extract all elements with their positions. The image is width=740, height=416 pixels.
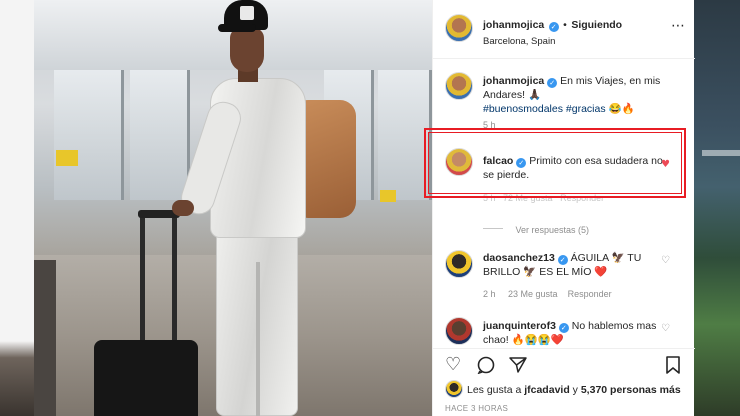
backdrop-left bbox=[0, 0, 34, 416]
verified-icon: ✓ bbox=[547, 78, 558, 88]
bookmark-icon[interactable] bbox=[665, 356, 681, 378]
comment-likes[interactable]: 23 Me gusta bbox=[508, 289, 558, 299]
comment-bubble-icon[interactable] bbox=[477, 356, 495, 378]
comment-juanquinterof3: juanquinterof3 ✓ No hablemos mas chao! 🔥… bbox=[483, 319, 661, 347]
comment-avatar-juanquinterof3[interactable] bbox=[445, 317, 473, 345]
post-header: johanmojica ✓ • Siguiendo Barcelona, Spa… bbox=[443, 12, 688, 49]
face bbox=[230, 28, 264, 72]
comment-meta-daosanchez13: 2 h 23 Me gusta Responder bbox=[483, 289, 612, 299]
author-avatar[interactable] bbox=[445, 14, 473, 42]
view-replies-button[interactable]: Ver respuestas (5) bbox=[483, 220, 683, 238]
verified-icon: ✓ bbox=[557, 255, 568, 265]
post-timestamp: HACE 3 HORAS bbox=[445, 404, 509, 413]
backdrop-right bbox=[694, 0, 740, 416]
like-heart-icon[interactable]: ♡ bbox=[445, 356, 461, 374]
comment-avatar-daosanchez13[interactable] bbox=[445, 250, 473, 278]
comment-reply-button[interactable]: Responder bbox=[568, 289, 612, 299]
likes-summary: Les gusta a jfcadavid y 5,370 personas m… bbox=[467, 384, 681, 396]
suitcase bbox=[94, 340, 198, 416]
comment-time: 2 h bbox=[483, 289, 496, 299]
likes-count[interactable]: 5,370 personas más bbox=[581, 384, 681, 396]
highlight-frame-inner bbox=[428, 132, 682, 194]
liker-avatar[interactable] bbox=[445, 380, 463, 398]
caption-avatar[interactable] bbox=[445, 72, 473, 100]
caption-emojis: 😂🔥 bbox=[608, 103, 635, 115]
comment-username[interactable]: juanquinterof3 bbox=[483, 320, 556, 332]
caption: johanmojica ✓ En mis Viajes, en mis Anda… bbox=[483, 74, 688, 130]
post-photo[interactable] bbox=[34, 0, 432, 416]
caption-hashtags[interactable]: #buenosmodales #gracias bbox=[483, 103, 606, 115]
comment-daosanchez13: daosanchez13 ✓ ÁGUILA 🦅 TU BRILLO 🦅 ES E… bbox=[483, 251, 661, 279]
header-divider bbox=[433, 58, 695, 59]
caption-username[interactable]: johanmojica bbox=[483, 75, 544, 87]
person-figure bbox=[34, 0, 432, 416]
follow-status-button[interactable]: Siguiendo bbox=[571, 19, 622, 31]
separator: • bbox=[563, 19, 567, 31]
post-location[interactable]: Barcelona, Spain bbox=[483, 35, 683, 49]
comment-like-heart-icon[interactable]: ♡ bbox=[661, 324, 671, 334]
comment-like-heart-icon[interactable]: ♡ bbox=[661, 256, 671, 266]
comment-username[interactable]: daosanchez13 bbox=[483, 252, 555, 264]
share-paper-plane-icon[interactable] bbox=[509, 356, 527, 378]
more-horizontal-icon[interactable]: ⋯ bbox=[671, 18, 685, 34]
post-sidebar: johanmojica ✓ • Siguiendo Barcelona, Spa… bbox=[432, 0, 695, 416]
verified-icon: ✓ bbox=[548, 22, 559, 32]
verified-icon: ✓ bbox=[558, 323, 569, 333]
author-username[interactable]: johanmojica bbox=[483, 19, 544, 31]
actions-divider bbox=[433, 348, 695, 349]
liker-username[interactable]: jfcadavid bbox=[524, 384, 570, 396]
